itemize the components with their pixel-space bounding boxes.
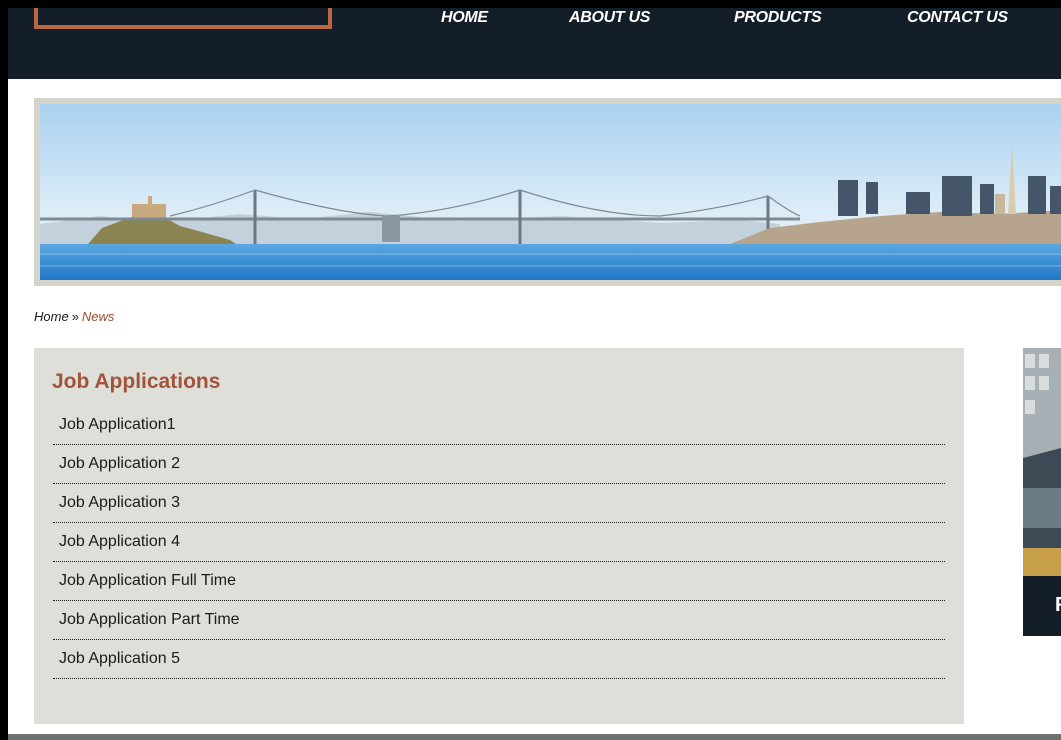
job-application-label: Job Application 2	[59, 455, 180, 472]
nav-products-link[interactable]: PRODUCTS	[734, 9, 822, 27]
job-application-label: Job Application Part Time	[59, 611, 240, 628]
breadcrumb: Home» News	[34, 309, 114, 324]
banner	[34, 98, 1061, 286]
job-application-item[interactable]: Job Application Part Time	[53, 601, 945, 640]
breadcrumb-separator: »	[71, 309, 79, 324]
site-header: HOME ABOUT US PRODUCTS CONTACT US	[8, 8, 1061, 79]
breadcrumb-home-link[interactable]: Home	[34, 309, 69, 324]
main-nav: HOME ABOUT US PRODUCTS CONTACT US	[8, 8, 1061, 30]
job-application-item[interactable]: Job Application 3	[53, 484, 945, 523]
job-application-list: Job Application1 Job Application 2 Job A…	[53, 406, 945, 679]
nav-contact-us-link[interactable]: CONTACT US	[907, 9, 1008, 27]
page: HOME ABOUT US PRODUCTS CONTACT US Home »…	[8, 8, 1061, 740]
job-application-label: Job Application 3	[59, 494, 180, 511]
side-ad-image	[1023, 348, 1061, 576]
banner-image	[40, 104, 1061, 280]
footer-bar	[8, 734, 1061, 740]
job-application-label: Job Application 4	[59, 533, 180, 550]
side-ad[interactable]: F	[1023, 348, 1061, 636]
side-ad-caption: F	[1055, 594, 1061, 617]
job-application-item[interactable]: Job Application1	[53, 406, 945, 445]
breadcrumb-current-link[interactable]: News	[82, 309, 115, 324]
job-application-item[interactable]: Job Application 5	[53, 640, 945, 679]
job-application-item[interactable]: Job Application Full Time	[53, 562, 945, 601]
job-application-item[interactable]: Job Application 2	[53, 445, 945, 484]
job-applications-panel: Job Applications Job Application1 Job Ap…	[34, 348, 964, 724]
nav-home-link[interactable]: HOME	[441, 9, 488, 27]
nav-about-us-link[interactable]: ABOUT US	[569, 9, 650, 27]
job-application-item[interactable]: Job Application 4	[53, 523, 945, 562]
panel-title: Job Applications	[52, 370, 221, 393]
job-application-label: Job Application Full Time	[59, 572, 236, 589]
job-application-label: Job Application 5	[59, 650, 180, 667]
job-application-label: Job Application1	[59, 416, 176, 433]
